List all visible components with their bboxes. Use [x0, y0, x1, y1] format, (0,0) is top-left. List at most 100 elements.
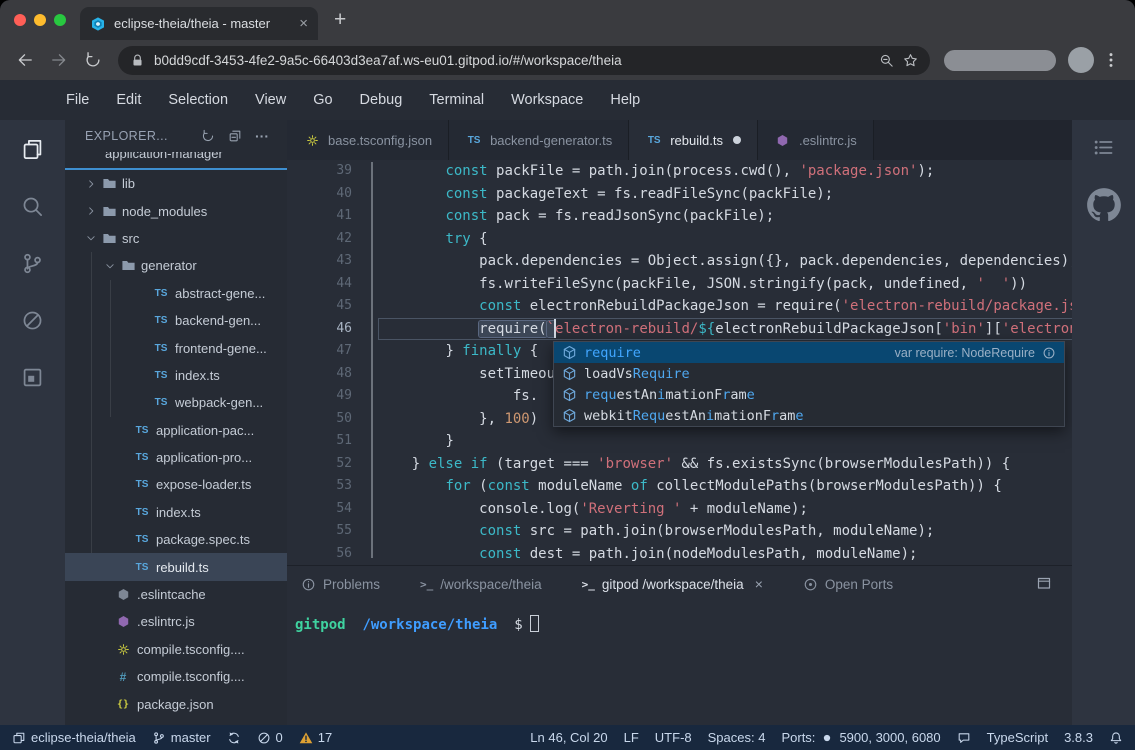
tree-item-backend-gen...[interactable]: TSbackend-gen... — [65, 307, 287, 334]
status-item-ports[interactable]: Ports:5900, 3000, 6080 — [781, 730, 940, 745]
panel-tab-open-ports[interactable]: Open Ports — [803, 577, 893, 592]
refresh-explorer-icon[interactable] — [201, 129, 215, 143]
panel-tab-gitpod-workspace-theia[interactable]: >_gitpod /workspace/theia× — [582, 576, 763, 592]
tree-item-index.ts[interactable]: TSindex.ts — [65, 499, 287, 526]
suggestion-item[interactable]: webkitRequestAnimationFrame — [554, 405, 1064, 426]
suggestion-item[interactable]: requestAnimationFrame — [554, 384, 1064, 405]
debug-disabled-activity-button[interactable] — [21, 309, 44, 332]
tree-item-compile.tsconfig....[interactable]: compile.tsconfig.... — [65, 636, 287, 663]
github-activity-button[interactable] — [1086, 187, 1122, 223]
menu-edit[interactable]: Edit — [116, 92, 141, 108]
collapse-folders-icon[interactable] — [228, 129, 242, 143]
line-number: 54 — [287, 498, 378, 521]
tree-item-lib[interactable]: lib — [65, 170, 287, 197]
status-item-error-count[interactable]: 0 — [257, 730, 283, 745]
tree-item-application-pac...[interactable]: TSapplication-pac... — [65, 417, 287, 444]
menu-go[interactable]: Go — [313, 92, 332, 108]
menu-debug[interactable]: Debug — [360, 92, 403, 108]
browser-menu-icon[interactable] — [1102, 51, 1120, 69]
browser-profile-avatar[interactable] — [1068, 47, 1094, 73]
tree-item-label: node_modules — [122, 204, 207, 219]
bottom-panel: Problems>_/workspace/theia>_gitpod /work… — [287, 565, 1072, 725]
menu-help[interactable]: Help — [610, 92, 640, 108]
suggestion-item[interactable]: loadVsRequire — [554, 363, 1064, 384]
code-line-54: 54 console.log('Reverting ' + moduleName… — [287, 498, 1072, 521]
window-zoom-button[interactable] — [54, 14, 66, 26]
tree-item-rebuild.ts[interactable]: TSrebuild.ts — [65, 553, 287, 580]
editor-tab-rebuild.ts[interactable]: TSrebuild.ts — [629, 120, 758, 160]
bookmark-star-icon[interactable] — [903, 53, 918, 68]
tree-item-application-pro...[interactable]: TSapplication-pro... — [65, 444, 287, 471]
toggle-panel-icon[interactable] — [1036, 575, 1052, 591]
tree-item-partial[interactable]: application-manager — [65, 152, 287, 170]
problems-icon — [301, 577, 316, 592]
blurred-extension-area[interactable] — [944, 50, 1056, 71]
panel-tab-label: gitpod /workspace/theia — [602, 577, 744, 592]
status-item-remote-workspace[interactable]: eclipse-theia/theia — [12, 730, 136, 745]
code-line-text: try { — [378, 228, 1072, 251]
menu-terminal[interactable]: Terminal — [429, 92, 484, 108]
status-item-language-mode[interactable]: TypeScript — [987, 730, 1048, 745]
panel-tab--workspace-theia[interactable]: >_/workspace/theia — [420, 577, 542, 592]
menu-file[interactable]: File — [66, 92, 89, 108]
explorer-activity-button[interactable] — [21, 138, 44, 161]
tree-item-.eslintcache[interactable]: .eslintcache — [65, 581, 287, 608]
tree-item-webpack-gen...[interactable]: TSwebpack-gen... — [65, 389, 287, 416]
status-item-git-branch[interactable]: master — [152, 730, 211, 745]
tree-item-src[interactable]: src — [65, 225, 287, 252]
terminal[interactable]: gitpod /workspace/theia $ — [287, 602, 1072, 633]
status-item-feedback[interactable] — [957, 731, 971, 745]
status-item-notifications[interactable] — [1109, 731, 1123, 745]
browser-tab[interactable]: eclipse-theia/theia - master × — [80, 7, 318, 40]
code-line-43: 43 pack.dependencies = Object.assign({},… — [287, 250, 1072, 273]
suggestion-item[interactable]: requirevar require: NodeRequire — [554, 342, 1064, 363]
status-item-sync[interactable] — [227, 731, 241, 745]
status-item-warning-count[interactable]: 17 — [299, 730, 332, 745]
branch-icon — [152, 731, 166, 745]
line-number: 51 — [287, 430, 378, 453]
status-item-indentation[interactable]: Spaces: 4 — [708, 730, 766, 745]
module-cube-icon — [562, 366, 577, 381]
tree-item-.eslintrc.js[interactable]: .eslintrc.js — [65, 608, 287, 635]
menu-view[interactable]: View — [255, 92, 286, 108]
code-editor[interactable]: 39 const packFile = path.join(process.cw… — [287, 160, 1072, 565]
extensions-activity-button[interactable] — [21, 366, 44, 389]
menu-selection[interactable]: Selection — [168, 92, 228, 108]
address-bar[interactable]: b0dd9cdf-3453-4fe2-9a5c-66403d3ea7af.ws-… — [118, 46, 930, 75]
window-minimize-button[interactable] — [34, 14, 46, 26]
status-item-encoding[interactable]: UTF-8 — [655, 730, 692, 745]
close-tab-icon[interactable]: × — [755, 576, 763, 592]
window-close-button[interactable] — [14, 14, 26, 26]
zoom-icon[interactable] — [879, 53, 894, 68]
tab-close-button[interactable]: × — [299, 15, 308, 32]
more-actions-icon[interactable]: ··· — [255, 131, 269, 141]
panel-tab-bar: Problems>_/workspace/theia>_gitpod /work… — [287, 566, 1072, 602]
editor-tab-.eslintrc.js[interactable]: .eslintrc.js — [758, 120, 874, 160]
tree-item-frontend-gene...[interactable]: TSfrontend-gene... — [65, 334, 287, 361]
tree-item-abstract-gene...[interactable]: TSabstract-gene... — [65, 280, 287, 307]
tree-item-node-modules[interactable]: node_modules — [65, 197, 287, 224]
tree-item-compile.tsconfig....[interactable]: #compile.tsconfig.... — [65, 663, 287, 690]
tree-item-package.spec.ts[interactable]: TSpackage.spec.ts — [65, 526, 287, 553]
status-item-typescript-version[interactable]: 3.8.3 — [1064, 730, 1093, 745]
panel-tab-problems[interactable]: Problems — [301, 577, 380, 592]
search-activity-button[interactable] — [21, 195, 44, 218]
editor-tab-backend-generator.ts[interactable]: TSbackend-generator.ts — [449, 120, 629, 160]
tree-item-label: .eslintcache — [137, 587, 206, 602]
file-type-icon: TS — [133, 422, 151, 438]
url-text: b0dd9cdf-3453-4fe2-9a5c-66403d3ea7af.ws-… — [154, 53, 870, 68]
tree-item-package.json[interactable]: {}package.json — [65, 690, 287, 717]
new-tab-button[interactable]: + — [334, 8, 346, 32]
forward-icon[interactable] — [50, 51, 68, 69]
outline-activity-button[interactable] — [1092, 136, 1115, 159]
menu-workspace[interactable]: Workspace — [511, 92, 583, 108]
tree-item-index.ts[interactable]: TSindex.ts — [65, 362, 287, 389]
tree-item-generator[interactable]: generator — [65, 252, 287, 279]
reload-icon[interactable] — [84, 51, 102, 69]
editor-tab-base.tsconfig.json[interactable]: base.tsconfig.json — [287, 120, 449, 160]
back-icon[interactable] — [16, 51, 34, 69]
source-control-activity-button[interactable] — [21, 252, 44, 275]
status-item-eol[interactable]: LF — [624, 730, 639, 745]
status-item-cursor-position[interactable]: Ln 46, Col 20 — [530, 730, 607, 745]
tree-item-expose-loader.ts[interactable]: TSexpose-loader.ts — [65, 471, 287, 498]
